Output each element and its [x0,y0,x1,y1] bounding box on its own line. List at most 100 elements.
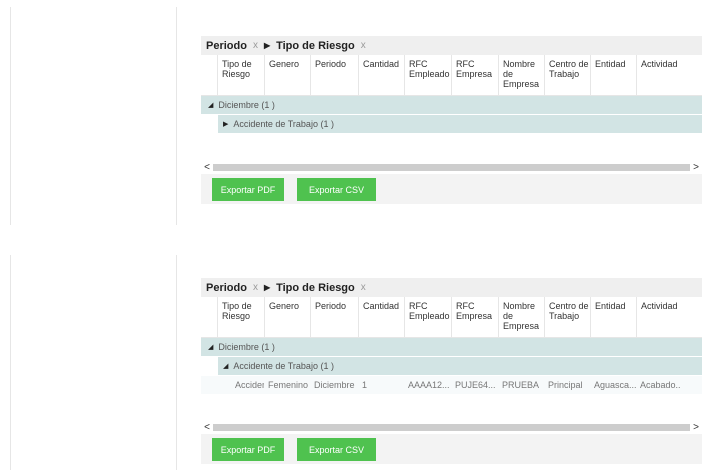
scroll-left-icon[interactable]: < [201,422,213,433]
column-header-line: RFC [456,301,475,311]
column-header-line: de [503,69,514,79]
column-header[interactable]: Centro de Trabajo [544,297,590,337]
remove-chip-icon[interactable]: x [253,282,258,293]
remove-chip-icon[interactable]: x [253,40,258,51]
column-header[interactable]: RFC Empleado [404,297,451,337]
remove-chip-icon[interactable]: x [361,282,366,293]
chip-label: Tipo de Riesgo [276,281,355,294]
column-header-line: Empresa [503,321,540,331]
column-header[interactable]: Periodo [310,297,358,337]
group-by-bar: Periodo x ▶ Tipo de Riesgo x [201,278,702,297]
horizontal-scrollbar[interactable]: < > [201,422,702,433]
group-chip-tipo-de-riesgo[interactable]: Tipo de Riesgo x [276,40,366,52]
column-header-line: Periodo [315,59,347,69]
table-cell: PUJE64... [455,380,496,390]
group-chip-periodo[interactable]: Periodo x [206,40,258,52]
column-header-line: Riesgo [222,311,251,321]
column-header-line: Tipo de [222,301,252,311]
column-header[interactable]: RFC Empresa [451,55,498,95]
column-header-line: Nombre [503,301,536,311]
group-chip-periodo[interactable]: Periodo x [206,282,258,294]
group-row-tipo[interactable]: ▶ Accidente de Trabajo (1 ) [218,115,702,133]
column-header-line: Centro de [549,59,589,69]
table-cell: Principal [548,380,583,390]
group-row-periodo[interactable]: ◢ Diciembre (1 ) [201,338,702,356]
column-header-line: Tipo de [222,59,252,69]
column-header-row: Tipo de Riesgo Genero Periodo Cantidad RFC Emp… [201,297,702,338]
table-cell: AAAA12... [408,380,450,390]
side-column-2 [10,255,177,470]
column-header-line: Empresa [503,79,540,89]
group-row-periodo[interactable]: ◢ Diciembre (1 ) [201,96,702,114]
column-header[interactable]: RFC Empresa [451,297,498,337]
group-label: Accidente de Trabajo (1 ) [233,361,334,371]
triangle-down-icon[interactable]: ◢ [223,362,228,370]
remove-chip-icon[interactable]: x [361,40,366,51]
table-cell: 1 [362,380,368,390]
column-header-line: RFC [409,301,428,311]
column-header-line: Trabajo [549,69,580,79]
table-row[interactable]: Accident... Femenino Diciembre 1 AAAA12... PU… [201,376,702,394]
column-header-line: Empleado [409,69,450,79]
column-header[interactable]: Actividad [636,297,680,337]
column-header-line: Entidad [595,59,626,69]
column-header-line: de [503,311,514,321]
column-header[interactable]: Periodo [310,55,358,95]
grid-panel-1: Periodo x ▶ Tipo de Riesgo x Tipo de Ries… [201,36,702,207]
group-chip-tipo-de-riesgo[interactable]: Tipo de Riesgo x [276,282,366,294]
column-header[interactable]: Centro de Trabajo [544,55,590,95]
table-cell: Accident... [235,380,264,390]
export-csv-button[interactable]: Exportar CSV [297,178,376,201]
column-header-row: Tipo de Riesgo Genero Periodo Cantidad RFC Emp… [201,55,702,96]
arrow-right-icon: ▶ [263,41,271,50]
column-header[interactable]: RFC Empleado [404,55,451,95]
column-header[interactable]: Cantidad [358,55,404,95]
column-header-line: RFC [456,59,475,69]
scroll-right-icon[interactable]: > [690,162,702,173]
grid-panel-2: Periodo x ▶ Tipo de Riesgo x Tipo de Ries… [201,278,702,470]
chip-label: Periodo [206,281,247,294]
group-label: Diciembre (1 ) [218,342,275,352]
column-header-line: Cantidad [363,301,400,311]
column-header[interactable]: Genero [264,297,310,337]
column-header-line: Empresa [456,311,493,321]
table-cell: Diciembre [314,380,355,390]
chip-label: Periodo [206,39,247,52]
column-header-line: Centro de [549,301,589,311]
column-header-line: Entidad [595,301,626,311]
table-cell: Femenino [268,380,309,390]
group-label: Accidente de Trabajo (1 ) [233,119,334,129]
column-header-line: Trabajo [549,311,580,321]
side-column-1 [10,7,177,225]
column-header[interactable]: Nombre de Empresa [498,297,544,337]
chip-label: Tipo de Riesgo [276,39,355,52]
grid-footer: Exportar PDF Exportar CSV [201,434,702,464]
scrollbar-track[interactable] [213,423,690,431]
arrow-right-icon: ▶ [263,283,271,292]
triangle-right-icon[interactable]: ▶ [223,120,228,128]
column-header[interactable]: Entidad [590,55,636,95]
horizontal-scrollbar[interactable]: < > [201,162,702,173]
triangle-down-icon[interactable]: ◢ [208,343,213,351]
export-pdf-button[interactable]: Exportar PDF [212,438,284,461]
scroll-left-icon[interactable]: < [201,162,213,173]
column-header[interactable]: Genero [264,55,310,95]
column-header-line: Riesgo [222,69,251,79]
export-csv-button[interactable]: Exportar CSV [297,438,376,461]
column-header[interactable]: Actividad [636,55,680,95]
table-cell: PRUEBA [502,380,540,390]
column-header-line: Cantidad [363,59,400,69]
export-pdf-button[interactable]: Exportar PDF [212,178,284,201]
column-header[interactable]: Nombre de Empresa [498,55,544,95]
column-header[interactable]: Entidad [590,297,636,337]
header-spacer [201,297,217,337]
column-header[interactable]: Cantidad [358,297,404,337]
group-row-tipo[interactable]: ◢ Accidente de Trabajo (1 ) [218,357,702,375]
table-cell: Aguasca... [594,380,636,390]
column-header-line: Actividad [641,59,678,69]
scroll-right-icon[interactable]: > [690,422,702,433]
triangle-down-icon[interactable]: ◢ [208,101,213,109]
column-header[interactable]: Tipo de Riesgo [217,55,264,95]
scrollbar-track[interactable] [213,163,690,171]
column-header[interactable]: Tipo de Riesgo [217,297,264,337]
